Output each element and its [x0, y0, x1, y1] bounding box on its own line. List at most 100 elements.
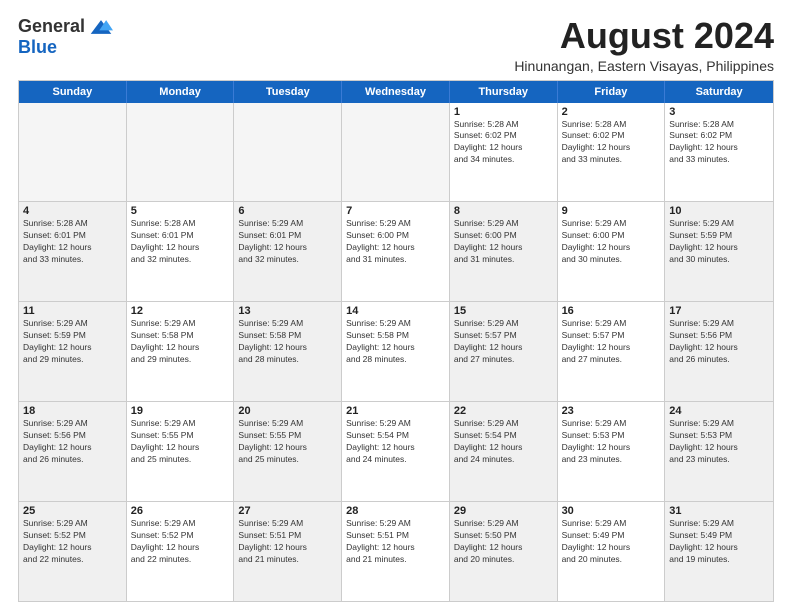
calendar-cell: 11Sunrise: 5:29 AM Sunset: 5:59 PM Dayli… [19, 302, 127, 401]
day-number: 4 [23, 205, 122, 217]
calendar-cell: 19Sunrise: 5:29 AM Sunset: 5:55 PM Dayli… [127, 402, 235, 501]
calendar-cell: 8Sunrise: 5:29 AM Sunset: 6:00 PM Daylig… [450, 202, 558, 301]
logo-blue: Blue [18, 37, 57, 58]
logo-area: General Blue [18, 16, 113, 58]
calendar-cell: 14Sunrise: 5:29 AM Sunset: 5:58 PM Dayli… [342, 302, 450, 401]
day-number: 8 [454, 205, 553, 217]
calendar: SundayMondayTuesdayWednesdayThursdayFrid… [18, 80, 774, 602]
day-info: Sunrise: 5:29 AM Sunset: 5:49 PM Dayligh… [562, 518, 661, 566]
day-info: Sunrise: 5:29 AM Sunset: 6:00 PM Dayligh… [562, 218, 661, 266]
calendar-cell: 7Sunrise: 5:29 AM Sunset: 6:00 PM Daylig… [342, 202, 450, 301]
title-area: August 2024 Hinunangan, Eastern Visayas,… [514, 16, 774, 74]
day-info: Sunrise: 5:29 AM Sunset: 5:58 PM Dayligh… [131, 318, 230, 366]
day-number: 16 [562, 305, 661, 317]
day-info: Sunrise: 5:28 AM Sunset: 6:02 PM Dayligh… [669, 119, 769, 167]
day-info: Sunrise: 5:29 AM Sunset: 5:59 PM Dayligh… [669, 218, 769, 266]
day-info: Sunrise: 5:28 AM Sunset: 6:02 PM Dayligh… [562, 119, 661, 167]
calendar-cell [127, 103, 235, 202]
calendar-cell: 17Sunrise: 5:29 AM Sunset: 5:56 PM Dayli… [665, 302, 773, 401]
calendar-cell: 28Sunrise: 5:29 AM Sunset: 5:51 PM Dayli… [342, 502, 450, 601]
day-number: 12 [131, 305, 230, 317]
header: General Blue August 2024 Hinunangan, Eas… [18, 16, 774, 74]
calendar-cell: 5Sunrise: 5:28 AM Sunset: 6:01 PM Daylig… [127, 202, 235, 301]
day-number: 6 [238, 205, 337, 217]
calendar-cell: 6Sunrise: 5:29 AM Sunset: 6:01 PM Daylig… [234, 202, 342, 301]
day-info: Sunrise: 5:29 AM Sunset: 5:55 PM Dayligh… [131, 418, 230, 466]
day-info: Sunrise: 5:29 AM Sunset: 5:53 PM Dayligh… [669, 418, 769, 466]
day-info: Sunrise: 5:29 AM Sunset: 6:00 PM Dayligh… [454, 218, 553, 266]
location-title: Hinunangan, Eastern Visayas, Philippines [514, 58, 774, 74]
header-day-sunday: Sunday [19, 81, 127, 103]
day-info: Sunrise: 5:29 AM Sunset: 5:55 PM Dayligh… [238, 418, 337, 466]
day-info: Sunrise: 5:29 AM Sunset: 5:56 PM Dayligh… [669, 318, 769, 366]
day-info: Sunrise: 5:29 AM Sunset: 5:56 PM Dayligh… [23, 418, 122, 466]
day-number: 30 [562, 505, 661, 517]
calendar-cell: 2Sunrise: 5:28 AM Sunset: 6:02 PM Daylig… [558, 103, 666, 202]
day-number: 26 [131, 505, 230, 517]
day-number: 27 [238, 505, 337, 517]
day-number: 14 [346, 305, 445, 317]
day-number: 1 [454, 106, 553, 118]
day-info: Sunrise: 5:28 AM Sunset: 6:01 PM Dayligh… [131, 218, 230, 266]
calendar-cell: 27Sunrise: 5:29 AM Sunset: 5:51 PM Dayli… [234, 502, 342, 601]
calendar-cell: 29Sunrise: 5:29 AM Sunset: 5:50 PM Dayli… [450, 502, 558, 601]
day-number: 19 [131, 405, 230, 417]
calendar-cell: 30Sunrise: 5:29 AM Sunset: 5:49 PM Dayli… [558, 502, 666, 601]
calendar-cell: 20Sunrise: 5:29 AM Sunset: 5:55 PM Dayli… [234, 402, 342, 501]
calendar-cell [19, 103, 127, 202]
month-title: August 2024 [514, 16, 774, 56]
day-number: 15 [454, 305, 553, 317]
calendar-cell: 25Sunrise: 5:29 AM Sunset: 5:52 PM Dayli… [19, 502, 127, 601]
day-number: 9 [562, 205, 661, 217]
day-info: Sunrise: 5:28 AM Sunset: 6:01 PM Dayligh… [23, 218, 122, 266]
day-info: Sunrise: 5:29 AM Sunset: 6:01 PM Dayligh… [238, 218, 337, 266]
day-number: 18 [23, 405, 122, 417]
day-info: Sunrise: 5:29 AM Sunset: 5:51 PM Dayligh… [238, 518, 337, 566]
day-info: Sunrise: 5:29 AM Sunset: 5:51 PM Dayligh… [346, 518, 445, 566]
day-number: 17 [669, 305, 769, 317]
day-number: 21 [346, 405, 445, 417]
calendar-header: SundayMondayTuesdayWednesdayThursdayFrid… [19, 81, 773, 103]
day-number: 25 [23, 505, 122, 517]
day-number: 22 [454, 405, 553, 417]
day-info: Sunrise: 5:29 AM Sunset: 5:58 PM Dayligh… [238, 318, 337, 366]
day-number: 29 [454, 505, 553, 517]
day-number: 10 [669, 205, 769, 217]
day-info: Sunrise: 5:29 AM Sunset: 5:59 PM Dayligh… [23, 318, 122, 366]
calendar-cell: 9Sunrise: 5:29 AM Sunset: 6:00 PM Daylig… [558, 202, 666, 301]
day-info: Sunrise: 5:29 AM Sunset: 5:54 PM Dayligh… [454, 418, 553, 466]
header-day-friday: Friday [558, 81, 666, 103]
calendar-cell: 3Sunrise: 5:28 AM Sunset: 6:02 PM Daylig… [665, 103, 773, 202]
day-info: Sunrise: 5:29 AM Sunset: 5:54 PM Dayligh… [346, 418, 445, 466]
calendar-cell: 1Sunrise: 5:28 AM Sunset: 6:02 PM Daylig… [450, 103, 558, 202]
header-day-wednesday: Wednesday [342, 81, 450, 103]
header-day-thursday: Thursday [450, 81, 558, 103]
day-number: 13 [238, 305, 337, 317]
day-number: 7 [346, 205, 445, 217]
calendar-row-3: 18Sunrise: 5:29 AM Sunset: 5:56 PM Dayli… [19, 402, 773, 502]
day-number: 24 [669, 405, 769, 417]
header-day-monday: Monday [127, 81, 235, 103]
day-info: Sunrise: 5:29 AM Sunset: 5:49 PM Dayligh… [669, 518, 769, 566]
calendar-row-1: 4Sunrise: 5:28 AM Sunset: 6:01 PM Daylig… [19, 202, 773, 302]
calendar-cell [234, 103, 342, 202]
calendar-cell [342, 103, 450, 202]
day-number: 2 [562, 106, 661, 118]
calendar-cell: 24Sunrise: 5:29 AM Sunset: 5:53 PM Dayli… [665, 402, 773, 501]
calendar-cell: 10Sunrise: 5:29 AM Sunset: 5:59 PM Dayli… [665, 202, 773, 301]
page: General Blue August 2024 Hinunangan, Eas… [0, 0, 792, 612]
logo-general: General [18, 16, 85, 37]
day-number: 28 [346, 505, 445, 517]
day-number: 23 [562, 405, 661, 417]
day-info: Sunrise: 5:28 AM Sunset: 6:02 PM Dayligh… [454, 119, 553, 167]
calendar-row-4: 25Sunrise: 5:29 AM Sunset: 5:52 PM Dayli… [19, 502, 773, 601]
header-day-tuesday: Tuesday [234, 81, 342, 103]
logo-icon [89, 18, 113, 36]
calendar-cell: 16Sunrise: 5:29 AM Sunset: 5:57 PM Dayli… [558, 302, 666, 401]
header-day-saturday: Saturday [665, 81, 773, 103]
day-number: 31 [669, 505, 769, 517]
day-number: 20 [238, 405, 337, 417]
calendar-cell: 12Sunrise: 5:29 AM Sunset: 5:58 PM Dayli… [127, 302, 235, 401]
logo-blue-row: Blue [18, 37, 57, 58]
logo: General [18, 16, 113, 37]
